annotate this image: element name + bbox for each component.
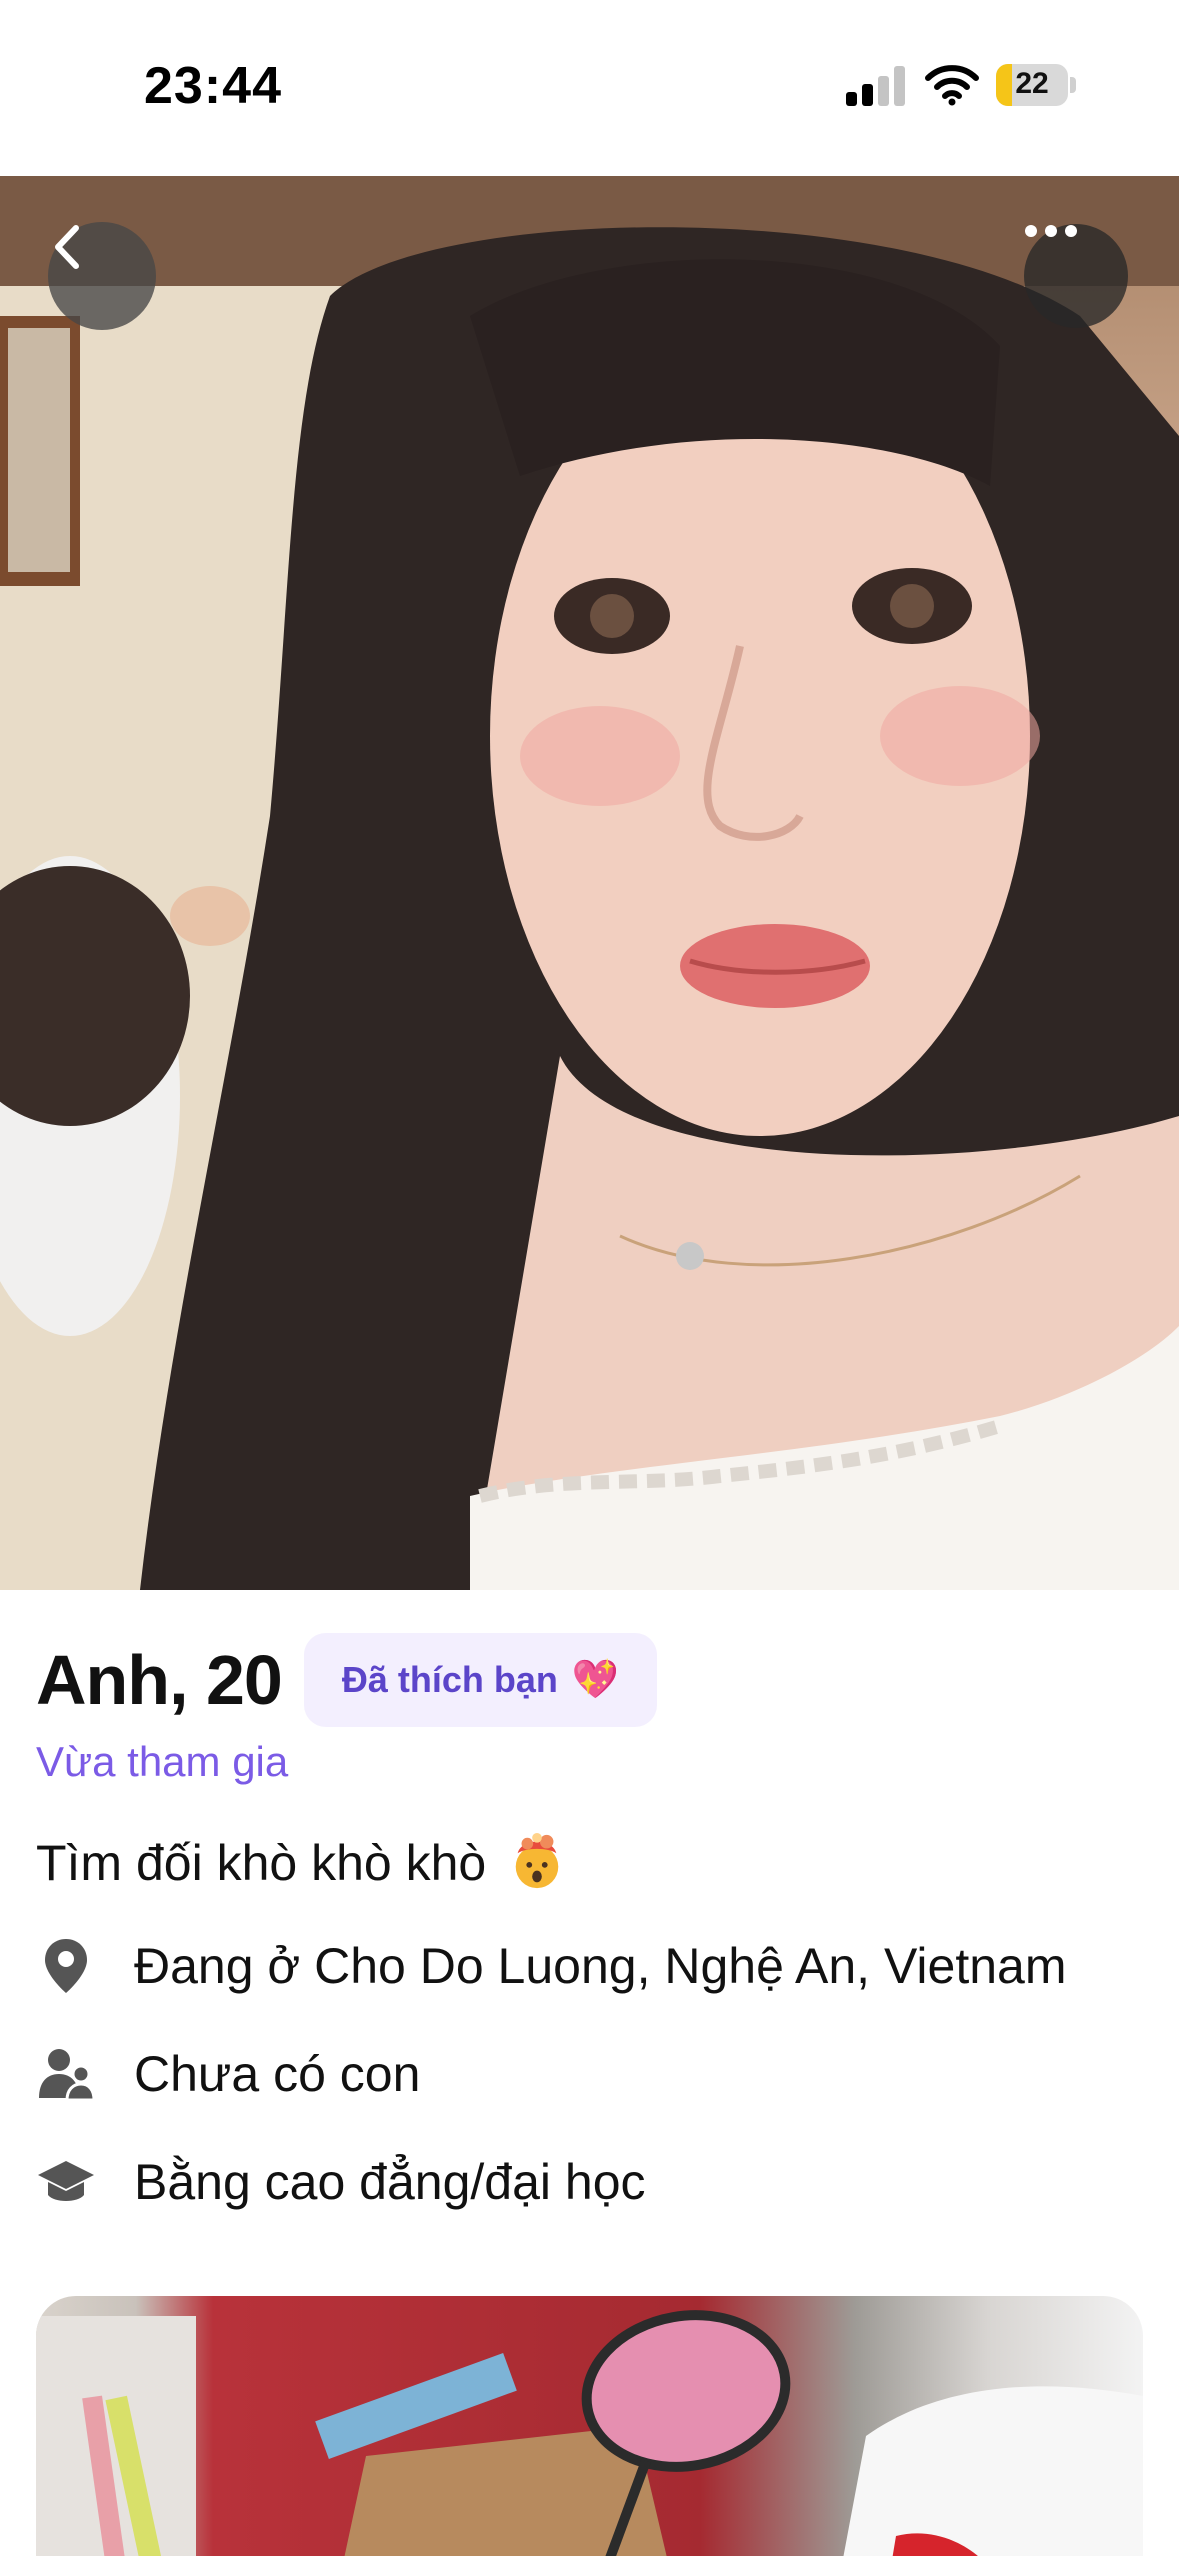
liked-you-label: Đã thích bạn [341,1659,558,1700]
family-icon [36,2044,96,2104]
profile-bio: Tìm đối khò khò khò [36,1832,566,1892]
location-text: Đang ở Cho Do Luong, Nghệ An, Vietnam [134,1938,1067,1994]
status-time: 23:44 [144,57,282,115]
children-row: Chưa có con [36,2034,420,2114]
cellular-signal-icon [846,66,906,106]
graduation-cap-icon [36,2152,96,2212]
wifi-icon [924,62,980,106]
back-button[interactable] [48,222,156,330]
joined-status: Vừa tham gia [36,1738,289,1785]
liked-you-badge: Đã thích bạn 💖 [303,1633,658,1727]
profile-photo[interactable] [0,176,1179,1590]
exploding-head-emoji-icon [515,1832,559,1889]
battery-indicator: 22 [996,64,1076,106]
name-row: Anh, 20 Đã thích bạn 💖 [36,1630,658,1730]
more-options-button[interactable] [1024,224,1128,328]
profile-name-age: Anh, 20 [36,1641,283,1719]
profile-photo-2[interactable] [36,2296,1143,2556]
education-text: Bằng cao đẳng/đại học [134,2154,646,2210]
bio-text: Tìm đối khò khò khò [36,1835,487,1891]
location-row: Đang ở Cho Do Luong, Nghệ An, Vietnam [36,1926,1066,2006]
children-text: Chưa có con [134,2046,421,2102]
status-bar: 23:44 22 [0,0,1179,176]
location-pin-icon [36,1936,96,1996]
sparkling-heart-icon: 💖 [571,1659,620,1701]
battery-level: 22 [1015,67,1049,100]
chevron-left-icon [55,225,79,269]
ellipsis-icon [1025,225,1077,237]
education-row: Bằng cao đẳng/đại học [36,2142,646,2222]
